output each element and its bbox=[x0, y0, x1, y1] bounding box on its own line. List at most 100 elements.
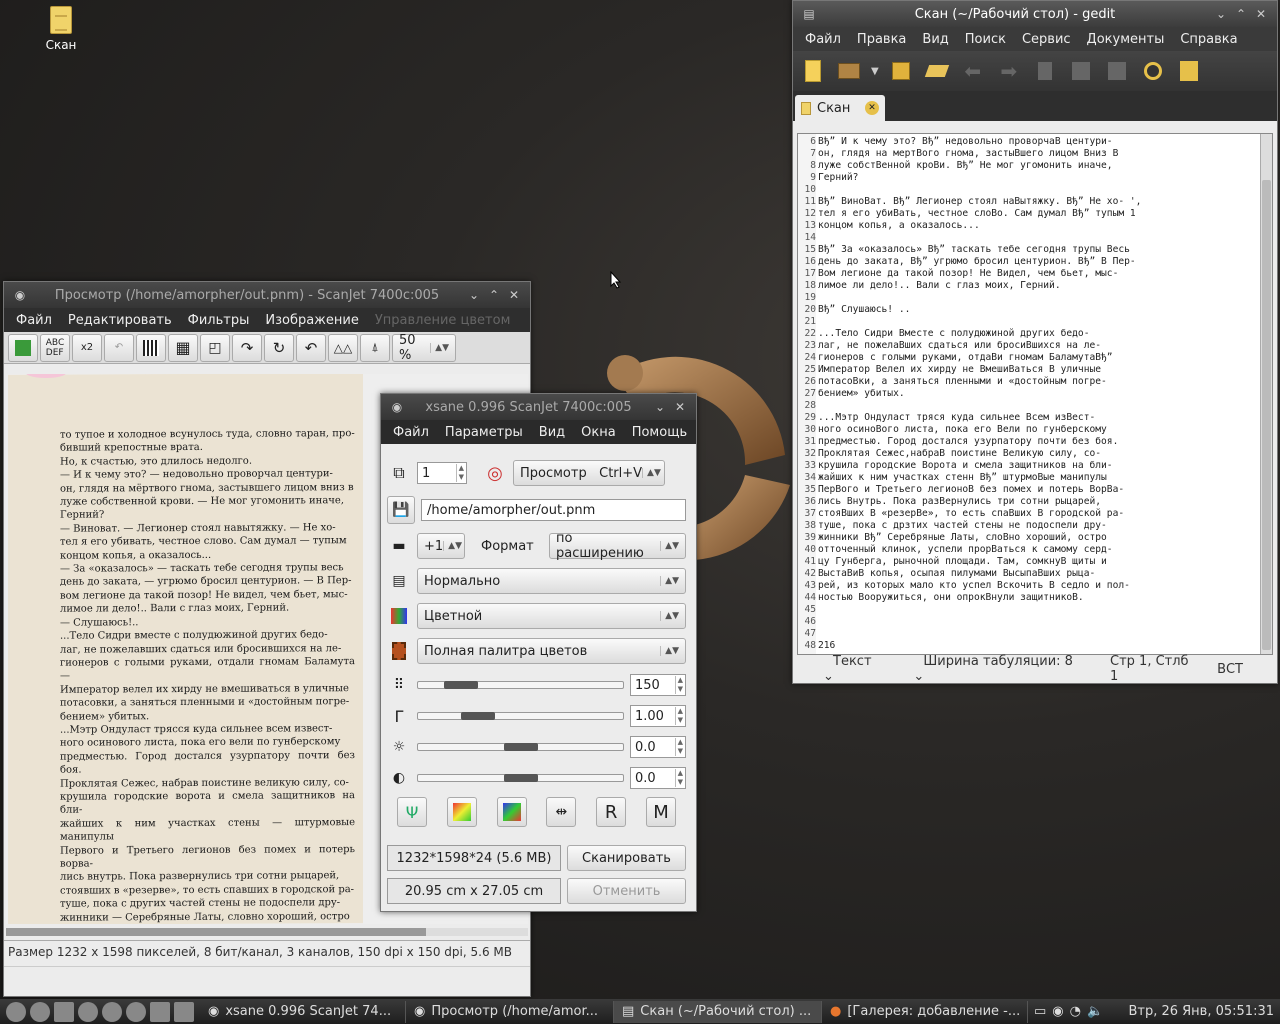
restore-enhance-icon[interactable]: R bbox=[596, 797, 627, 827]
save-image-icon[interactable] bbox=[8, 333, 38, 362]
workspace-switcher-icon[interactable]: ▭ bbox=[1034, 1004, 1046, 1019]
minimize-icon[interactable]: ⌄ bbox=[464, 288, 484, 302]
desktop-file-icon[interactable]: Скан bbox=[38, 6, 84, 52]
gedit-titlebar[interactable]: ▤ Скан (~/Рабочий стол) - gedit ⌄ ⌃ ✕ bbox=[793, 1, 1277, 27]
tab-document[interactable]: Скан ✕ bbox=[795, 95, 885, 121]
xsane-app-icon[interactable]: ◉ bbox=[387, 400, 407, 414]
contrast-slider[interactable] bbox=[417, 774, 624, 782]
gedit-menu-help[interactable]: Справка bbox=[1172, 32, 1245, 47]
task-preview[interactable]: ◉ Просмотр (/home/amor... bbox=[406, 1000, 614, 1023]
tab-width-dropdown[interactable]: Ширина табуляции: 8 ⌄ bbox=[903, 654, 1100, 684]
preview-menu-edit[interactable]: Редактировать bbox=[60, 313, 180, 328]
minimize-icon[interactable]: ⌄ bbox=[650, 400, 670, 414]
xsane-app-icon[interactable]: ◉ bbox=[10, 288, 30, 302]
paste-icon[interactable] bbox=[1103, 57, 1131, 85]
scan-source-select[interactable]: Нормально ▲▼ bbox=[417, 568, 686, 594]
minimize-icon[interactable]: ⌄ bbox=[1211, 7, 1231, 21]
horizontal-scrollbar[interactable] bbox=[6, 928, 528, 936]
redo-icon[interactable]: ➡ bbox=[995, 57, 1023, 85]
resolution-knob[interactable] bbox=[443, 681, 478, 689]
rotate-90-icon[interactable]: ↷ bbox=[232, 333, 262, 362]
gedit-menu-view[interactable]: Вид bbox=[914, 32, 956, 47]
filename-field[interactable]: /home/amorpher/out.pnm bbox=[421, 499, 686, 521]
clock[interactable]: Втр, 26 Янв, 05:51:31 bbox=[1128, 1004, 1274, 1019]
xsane-menu-view[interactable]: Вид bbox=[531, 425, 573, 440]
replace-icon[interactable] bbox=[1175, 57, 1203, 85]
print-icon[interactable] bbox=[923, 57, 951, 85]
store-enhance-icon[interactable]: M bbox=[645, 797, 676, 827]
mirror-horizontal-icon[interactable]: △△ bbox=[328, 333, 358, 362]
launcher-icon[interactable] bbox=[126, 1001, 146, 1022]
preview-menu-image[interactable]: Изображение bbox=[257, 313, 366, 328]
launcher-icon[interactable] bbox=[54, 1001, 74, 1022]
enhancement-icon[interactable] bbox=[496, 797, 527, 827]
rotate-270-icon[interactable]: ↶ bbox=[296, 333, 326, 362]
xsane-menu-help[interactable]: Помощь bbox=[624, 425, 695, 440]
rgb-default-icon[interactable]: Ψ bbox=[397, 797, 427, 827]
contrast-spinner[interactable]: 0.0 ▲ ▼ bbox=[630, 767, 686, 789]
zoom-select[interactable]: 50 % ▲▼ bbox=[392, 333, 456, 363]
new-document-icon[interactable] bbox=[799, 57, 827, 85]
volume-icon[interactable]: 🔈 bbox=[1087, 1004, 1103, 1019]
gamma-knob[interactable] bbox=[460, 712, 495, 720]
crop-icon[interactable]: ◰ bbox=[200, 333, 230, 362]
xsane-titlebar[interactable]: ◉ xsane 0.996 ScanJet 7400c:005 ⌄ ✕ bbox=[381, 394, 696, 420]
gedit-menu-edit[interactable]: Правка bbox=[849, 32, 914, 47]
undo-icon[interactable]: ⬅ bbox=[959, 57, 987, 85]
gedit-menu-file[interactable]: Файл bbox=[797, 32, 849, 47]
preview-menu-filters[interactable]: Фильтры bbox=[180, 313, 258, 328]
open-recent-arrow-icon[interactable]: ▼ bbox=[871, 66, 879, 77]
scrollbar-thumb[interactable] bbox=[1262, 180, 1271, 650]
launcher-icon[interactable] bbox=[30, 1001, 50, 1022]
xsane-menu-preferences[interactable]: Параметры bbox=[437, 425, 531, 440]
preview-titlebar[interactable]: ◉ Просмотр (/home/amorpher/out.pnm) - Sc… bbox=[4, 282, 530, 308]
copy-icon[interactable] bbox=[1067, 57, 1095, 85]
launcher-icon[interactable] bbox=[78, 1001, 98, 1022]
scan-target-select[interactable]: Просмотр Ctrl+V ▲▼ bbox=[513, 460, 665, 486]
format-select[interactable]: по расширению ▲▼ bbox=[549, 531, 686, 561]
despeckle-icon[interactable] bbox=[136, 333, 166, 362]
ocr-button[interactable]: ABC DEF bbox=[40, 333, 70, 362]
maximize-icon[interactable]: ⌃ bbox=[1231, 7, 1251, 21]
maximize-icon[interactable]: ⌃ bbox=[484, 288, 504, 302]
gedit-menu-documents[interactable]: Документы bbox=[1079, 32, 1173, 47]
mirror-vertical-icon[interactable]: ⍋ bbox=[360, 333, 390, 362]
open-icon[interactable] bbox=[835, 57, 863, 85]
xsane-menu-windows[interactable]: Окна bbox=[573, 425, 624, 440]
preview-menu-file[interactable]: Файл bbox=[8, 313, 60, 328]
browse-file-button[interactable]: 💾 bbox=[387, 496, 415, 524]
task-browser[interactable]: ● [Галерея: добавление -... bbox=[822, 1000, 1028, 1023]
launcher-icon[interactable] bbox=[102, 1001, 122, 1022]
resolution-slider[interactable] bbox=[417, 681, 624, 689]
text-editor[interactable]: 6 7 8 9 10 11 12 13 14 15 16 17 18 19 20… bbox=[797, 133, 1273, 655]
brightness-spinner[interactable]: 0.0 ▲ ▼ bbox=[630, 736, 686, 758]
launcher-icon[interactable] bbox=[174, 1001, 194, 1022]
vertical-scrollbar[interactable] bbox=[1260, 134, 1272, 654]
xsane-menu-file[interactable]: Файл bbox=[385, 425, 437, 440]
color-mode-select[interactable]: Цветной ▲▼ bbox=[417, 603, 686, 629]
contrast-knob[interactable] bbox=[503, 774, 538, 782]
brightness-slider[interactable] bbox=[417, 743, 624, 751]
find-icon[interactable] bbox=[1139, 57, 1167, 85]
cut-icon[interactable] bbox=[1031, 57, 1059, 85]
grid-icon[interactable]: ▦ bbox=[168, 333, 198, 362]
undo-icon[interactable]: ↶ bbox=[104, 333, 134, 362]
tab-close-icon[interactable]: ✕ bbox=[865, 101, 879, 115]
save-icon[interactable] bbox=[887, 57, 915, 85]
auto-enhance-icon[interactable]: ⇹ bbox=[546, 797, 577, 827]
close-icon[interactable]: ✕ bbox=[1251, 7, 1271, 21]
copies-spinner[interactable]: 1 ▲ ▼ bbox=[417, 462, 467, 484]
document-text[interactable]: Вђ” И к чему это? Вђ” недовольно проворч… bbox=[816, 134, 1260, 654]
syntax-mode-dropdown[interactable]: Текст ⌄ bbox=[813, 654, 903, 684]
negative-icon[interactable] bbox=[446, 797, 477, 827]
close-icon[interactable]: ✕ bbox=[504, 288, 524, 302]
brightness-knob[interactable] bbox=[503, 743, 538, 751]
scan-button[interactable]: Сканировать bbox=[567, 845, 686, 871]
task-gedit[interactable]: ▤ Скан (~/Рабочий стол) ... bbox=[614, 1000, 822, 1023]
network-icon[interactable]: ◔ bbox=[1070, 1004, 1081, 1019]
window-menu-icon[interactable]: ▤ bbox=[799, 7, 819, 21]
launcher-icon[interactable] bbox=[6, 1001, 26, 1022]
rotate-180-icon[interactable]: ↻ bbox=[264, 333, 294, 362]
filename-step-select[interactable]: +1 ▲▼ bbox=[417, 533, 465, 559]
palette-select[interactable]: Полная палитра цветов ▲▼ bbox=[417, 638, 686, 664]
